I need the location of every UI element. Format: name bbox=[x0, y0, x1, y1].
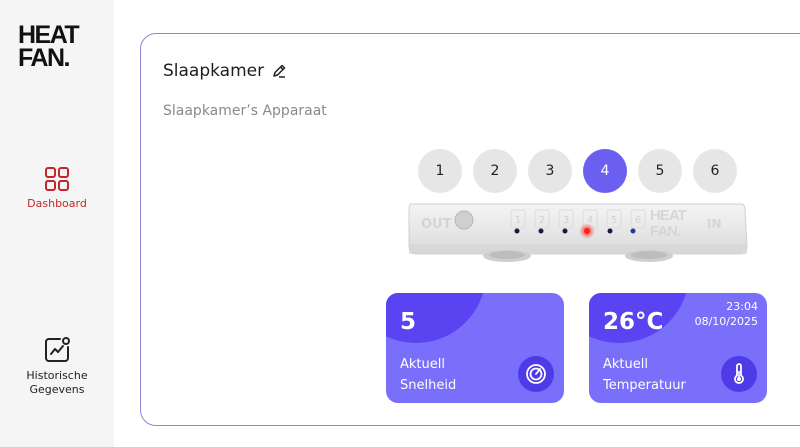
sidebar: HEAT FAN. Dashboard Historische Gegevens bbox=[0, 0, 114, 447]
speed-button-5[interactable]: 5 bbox=[638, 149, 682, 193]
sidebar-item-dashboard[interactable]: Dashboard bbox=[0, 166, 114, 211]
speed-button-2[interactable]: 2 bbox=[473, 149, 517, 193]
device-slot-5: 5 bbox=[611, 215, 617, 226]
label-line: Temperatuur bbox=[603, 378, 686, 393]
label-line: Snelheid bbox=[400, 378, 457, 393]
dashboard-grid-icon bbox=[45, 167, 69, 191]
pencil-icon[interactable] bbox=[271, 63, 287, 79]
gauge-icon bbox=[518, 356, 554, 392]
speed-button-6[interactable]: 6 bbox=[693, 149, 737, 193]
device-brand-top: HEAT bbox=[650, 207, 687, 224]
speed-selector: 1 2 3 4 5 6 bbox=[418, 149, 737, 193]
timestamp-date: 08/10/2025 bbox=[694, 315, 758, 328]
sidebar-item-label: Historische Gegevens bbox=[26, 369, 88, 396]
device-slot-2: 2 bbox=[539, 215, 545, 226]
device-slot-3: 3 bbox=[563, 215, 569, 226]
history-chart-icon bbox=[45, 337, 70, 362]
device-slot-1: 1 bbox=[515, 215, 521, 226]
label-line: Aktuell bbox=[400, 357, 445, 372]
room-title-text: Slaapkamer bbox=[163, 61, 265, 81]
speed-button-1[interactable]: 1 bbox=[418, 149, 462, 193]
label-line: Aktuell bbox=[603, 357, 648, 372]
speed-button-4[interactable]: 4 bbox=[583, 149, 627, 193]
current-temperature-label: Aktuell Temperatuur bbox=[603, 354, 686, 396]
timestamp: 23:04 08/10/2025 bbox=[695, 299, 758, 329]
speed-button-3[interactable]: 3 bbox=[528, 149, 572, 193]
current-speed-label: Aktuell Snelheid bbox=[400, 354, 456, 396]
logo-line-2: FAN. bbox=[18, 44, 70, 72]
room-title: Slaapkamer bbox=[163, 61, 287, 81]
thermometer-icon bbox=[721, 356, 757, 392]
sidebar-item-history[interactable]: Historische Gegevens bbox=[0, 336, 114, 397]
current-speed-tile: 5 Aktuell Snelheid bbox=[386, 293, 564, 403]
current-temperature-value: 26°C bbox=[603, 309, 664, 335]
device-image: OUT 1 2 3 4 5 6 HEAT FAN. IN bbox=[408, 203, 748, 262]
sidebar-item-label: Dashboard bbox=[27, 197, 87, 210]
timestamp-time: 23:04 bbox=[726, 300, 758, 313]
heatfan-logo[interactable]: HEAT FAN. bbox=[18, 23, 98, 72]
current-speed-value: 5 bbox=[400, 309, 417, 335]
device-brand-bottom: FAN. bbox=[650, 223, 681, 240]
device-label: Slaapkamer’s Apparaat bbox=[163, 103, 327, 119]
current-temperature-tile: 26°C 23:04 08/10/2025 Aktuell Temperatuu… bbox=[589, 293, 767, 403]
device-out-label: OUT bbox=[421, 217, 452, 232]
device-slot-6: 6 bbox=[635, 215, 641, 226]
device-in-label: IN bbox=[707, 217, 722, 231]
